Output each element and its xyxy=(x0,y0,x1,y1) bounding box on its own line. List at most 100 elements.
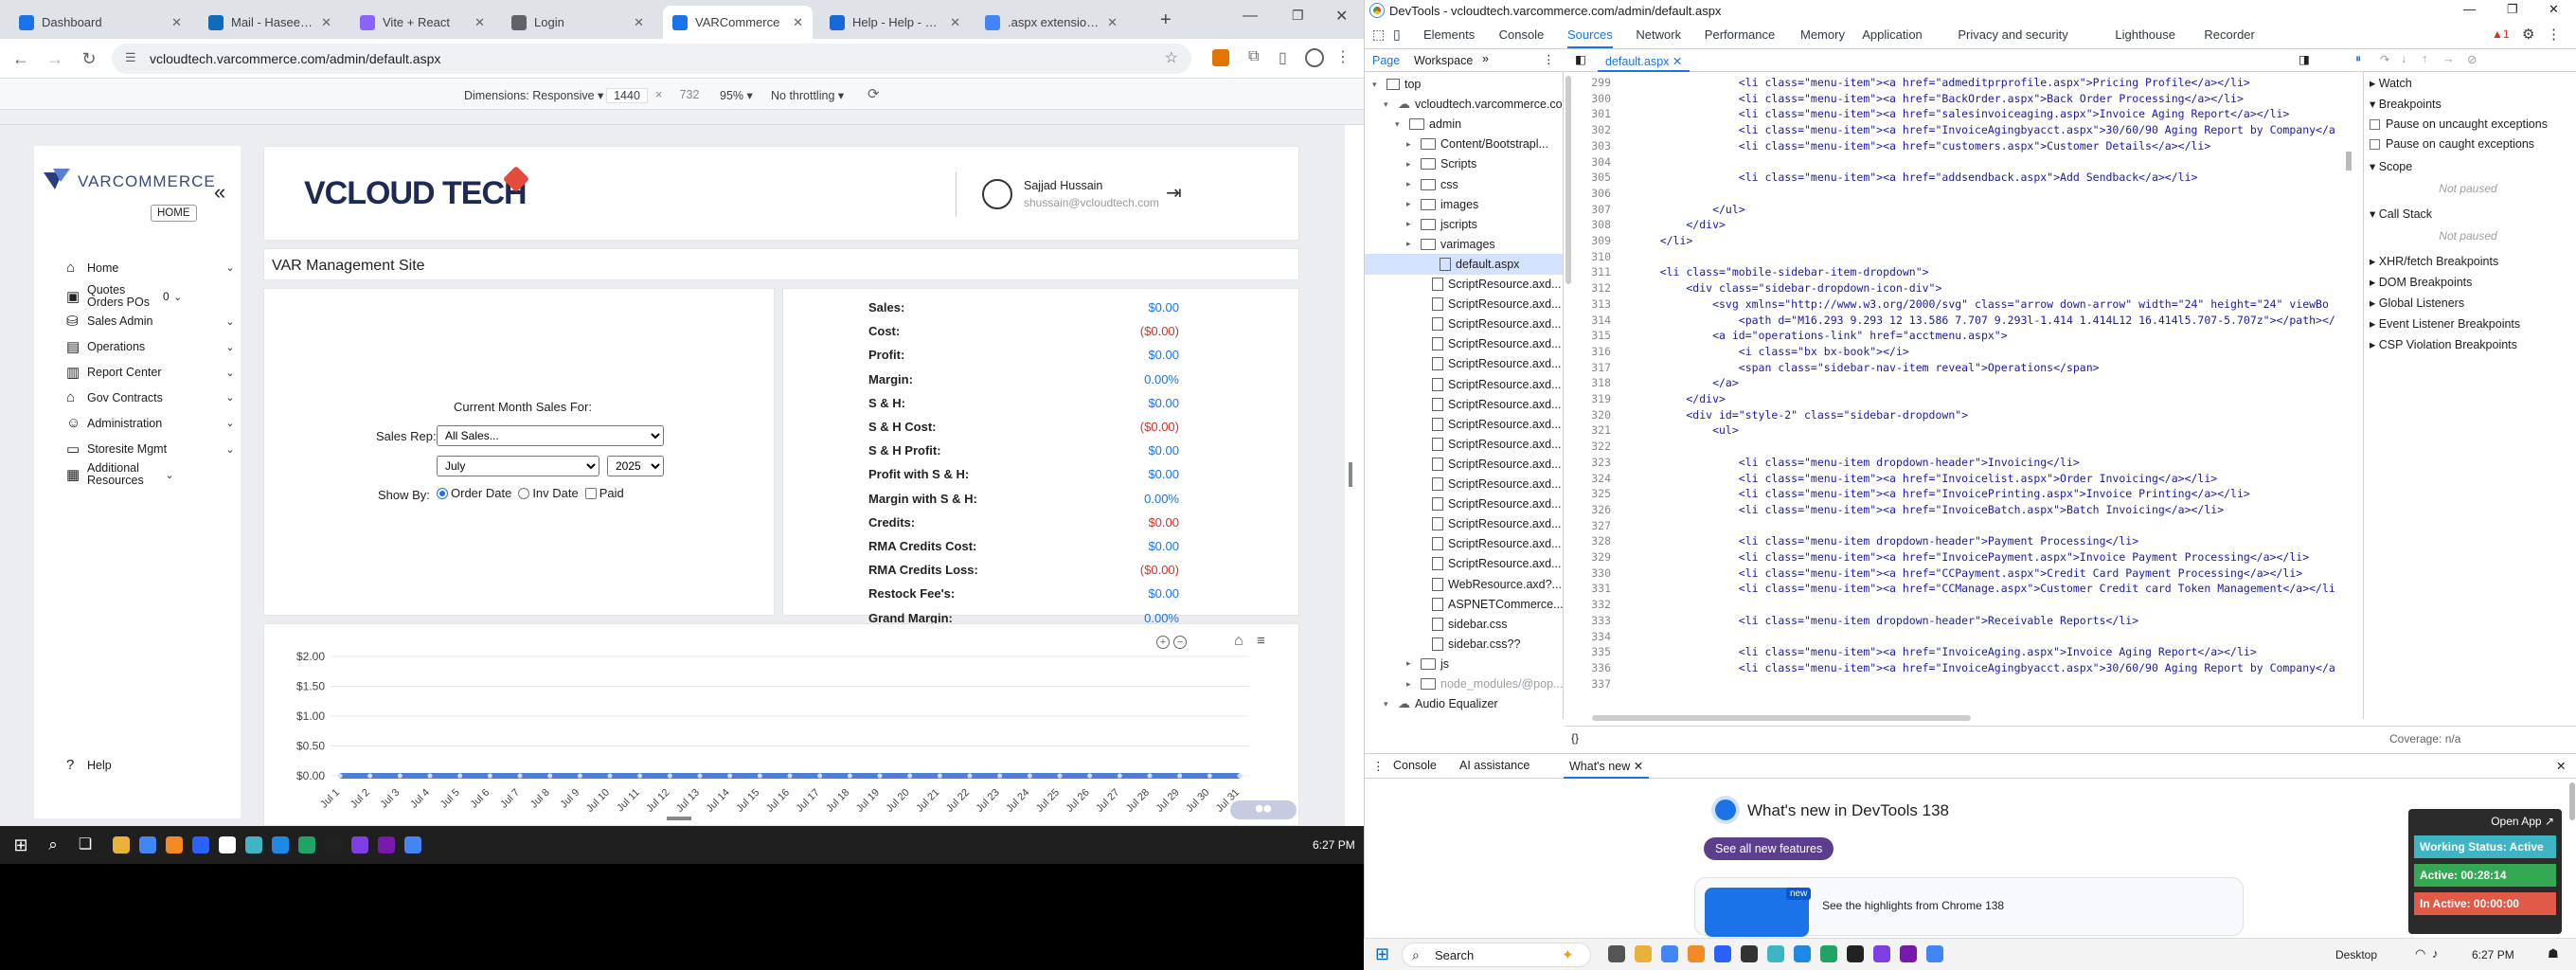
browser-tab[interactable]: Help - Help - Corr ✕ xyxy=(820,6,970,39)
tree-node[interactable]: ▾ ☁ vcloudtech.varcommerce.com xyxy=(1384,94,1563,115)
line-number[interactable]: 308 xyxy=(1565,218,1611,231)
zoom-select[interactable]: 95% ▾ xyxy=(720,88,753,102)
task-view-icon[interactable]: ❏ xyxy=(74,834,97,856)
tree-node[interactable]: ScriptResource.axd... xyxy=(1418,394,1562,415)
line-number[interactable]: 335 xyxy=(1565,645,1611,658)
line-number[interactable]: 316 xyxy=(1565,345,1611,358)
taskbar-clock[interactable]: 6:27 PM xyxy=(1313,838,1355,852)
tab-performance[interactable]: Performance xyxy=(1705,27,1775,42)
data-point[interactable] xyxy=(577,773,582,779)
expand-arrow-icon[interactable]: ▸ xyxy=(1406,199,1416,209)
browser-tab[interactable]: Vite + React ✕ xyxy=(350,6,494,39)
clock-app-taskbar-icon[interactable] xyxy=(219,836,236,853)
line-number[interactable]: 300 xyxy=(1565,92,1611,105)
tree-node[interactable]: ScriptResource.axd... xyxy=(1418,374,1562,395)
line-number[interactable]: 332 xyxy=(1565,598,1611,611)
tree-node[interactable]: ▸ images xyxy=(1406,194,1478,215)
expand-arrow-icon[interactable]: ▾ xyxy=(1395,119,1404,130)
line-number[interactable]: 299 xyxy=(1565,76,1611,89)
data-point[interactable] xyxy=(1057,773,1063,779)
global-listeners-section[interactable]: ▸ Global Listeners xyxy=(2370,296,2464,310)
extensions-icon[interactable]: ⧉ xyxy=(1248,48,1259,65)
dimensions-select[interactable]: Dimensions: Responsive ▾ xyxy=(464,88,603,102)
data-point[interactable] xyxy=(787,773,793,779)
issues-badge[interactable]: ▲1 xyxy=(2492,27,2510,41)
tree-node[interactable]: ScriptResource.axd... xyxy=(1418,454,1562,475)
tree-node[interactable]: ScriptResource.axd... xyxy=(1418,533,1562,554)
data-point[interactable] xyxy=(967,773,973,779)
close-tab-icon[interactable]: ✕ xyxy=(1107,15,1118,30)
tree-node[interactable]: ASPNETCommerce... xyxy=(1418,594,1563,615)
step-icon[interactable]: → xyxy=(2442,52,2455,65)
close-tab-icon[interactable]: ✕ xyxy=(474,15,485,30)
line-number[interactable]: 333 xyxy=(1565,614,1611,627)
pretty-print-icon[interactable]: {} xyxy=(1571,731,1579,745)
line-number[interactable]: 329 xyxy=(1565,550,1611,564)
tree-node[interactable]: ScriptResource.axd... xyxy=(1418,474,1562,494)
year-select[interactable]: 2025 xyxy=(607,456,664,476)
line-number[interactable]: 336 xyxy=(1565,661,1611,674)
restore-window-button[interactable]: ❐ xyxy=(1292,8,1304,24)
code-editor[interactable]: 299 <li class="menu-item"><a href="admed… xyxy=(1565,72,2340,719)
outlook-taskbar-icon[interactable] xyxy=(192,836,209,853)
site-info-icon[interactable]: ☰ xyxy=(125,50,136,65)
tab-privacy-and-security[interactable]: Privacy and security xyxy=(1958,27,2067,42)
data-point[interactable] xyxy=(847,773,852,779)
line-number[interactable]: 322 xyxy=(1565,440,1611,453)
close-window-button[interactable]: ✕ xyxy=(1335,7,1348,26)
tab-application[interactable]: Application xyxy=(1862,27,1923,42)
line-number[interactable]: 323 xyxy=(1565,456,1611,469)
line-number[interactable]: 311 xyxy=(1565,265,1611,278)
line-number[interactable]: 305 xyxy=(1565,171,1611,184)
data-point[interactable] xyxy=(667,773,672,779)
sidebar-item-quotes-orders-pos[interactable]: ▣ Quotes Orders POs 0 ⌄ xyxy=(66,284,237,309)
viewport-resize-handle-right[interactable] xyxy=(1349,462,1352,487)
taskbar-app-icon[interactable] xyxy=(1767,945,1784,962)
new-tab-button[interactable]: + xyxy=(1160,9,1172,31)
tree-node[interactable]: ▸ varimages xyxy=(1406,234,1495,255)
tree-node[interactable]: ScriptResource.axd... xyxy=(1418,353,1562,374)
step-into-icon[interactable]: ↓ xyxy=(2401,52,2406,65)
throttling-select[interactable]: No throttling ▾ xyxy=(771,88,844,102)
browser-tab[interactable]: .aspx extension - G ✕ xyxy=(975,6,1127,39)
data-point[interactable] xyxy=(877,773,883,779)
tree-node[interactable]: ScriptResource.axd... xyxy=(1418,494,1562,514)
line-number[interactable]: 328 xyxy=(1565,534,1611,548)
drawer-scrollbar[interactable] xyxy=(2569,782,2575,820)
data-point[interactable] xyxy=(457,773,463,779)
data-point[interactable] xyxy=(997,773,1003,779)
line-number[interactable]: 324 xyxy=(1565,472,1611,485)
tree-node[interactable]: ▾ admin xyxy=(1395,114,1461,135)
taskbar-clock-right[interactable]: 6:27 PM xyxy=(2472,948,2514,961)
sidebar-item-home[interactable]: ⌂ Home ⌄ xyxy=(66,260,237,276)
sidebar-item-storesite-mgmt[interactable]: ▭ Storesite Mgmt ⌄ xyxy=(66,440,237,458)
data-point[interactable] xyxy=(367,773,373,779)
line-number[interactable]: 310 xyxy=(1565,250,1611,263)
data-point[interactable] xyxy=(487,773,492,779)
tab-elements[interactable]: Elements xyxy=(1423,27,1475,42)
tab-lighthouse[interactable]: Lighthouse xyxy=(2115,27,2175,42)
drawer-tab-console[interactable]: Console xyxy=(1393,759,1437,772)
tree-node[interactable]: sidebar.css xyxy=(1418,614,1508,635)
data-point[interactable] xyxy=(757,773,762,779)
expand-arrow-icon[interactable]: ▾ xyxy=(1384,699,1393,710)
tree-node[interactable]: ▸ Content/Bootstrapl... xyxy=(1406,134,1548,154)
terminal-taskbar-icon[interactable] xyxy=(325,836,342,853)
sidebar-item-gov-contracts[interactable]: ⌂ Gov Contracts ⌄ xyxy=(66,389,237,405)
line-number[interactable]: 304 xyxy=(1565,155,1611,169)
line-number[interactable]: 331 xyxy=(1565,582,1611,595)
reload-icon[interactable]: ↻ xyxy=(78,47,100,70)
tree-node[interactable]: ▸ Scripts xyxy=(1406,153,1476,174)
pause-caught-checkbox[interactable] xyxy=(2370,138,2380,150)
data-point[interactable] xyxy=(697,773,703,779)
sidebar-item-operations[interactable]: ▤ Operations ⌄ xyxy=(66,338,237,355)
device-width-input[interactable]: 1440 xyxy=(606,88,648,103)
viewport-resize-handle-bottom[interactable] xyxy=(667,817,691,820)
taskbar-app-icon[interactable] xyxy=(1741,945,1758,962)
more-tabs-icon[interactable]: » xyxy=(1482,52,1489,65)
rotate-icon[interactable]: ⟳ xyxy=(868,85,880,102)
logout-icon[interactable]: ⇥ xyxy=(1166,181,1182,205)
restore-devtools-button[interactable]: ❐ xyxy=(2507,2,2518,17)
minimize-window-button[interactable]: — xyxy=(1243,8,1258,25)
paid-checkbox[interactable] xyxy=(584,487,597,499)
